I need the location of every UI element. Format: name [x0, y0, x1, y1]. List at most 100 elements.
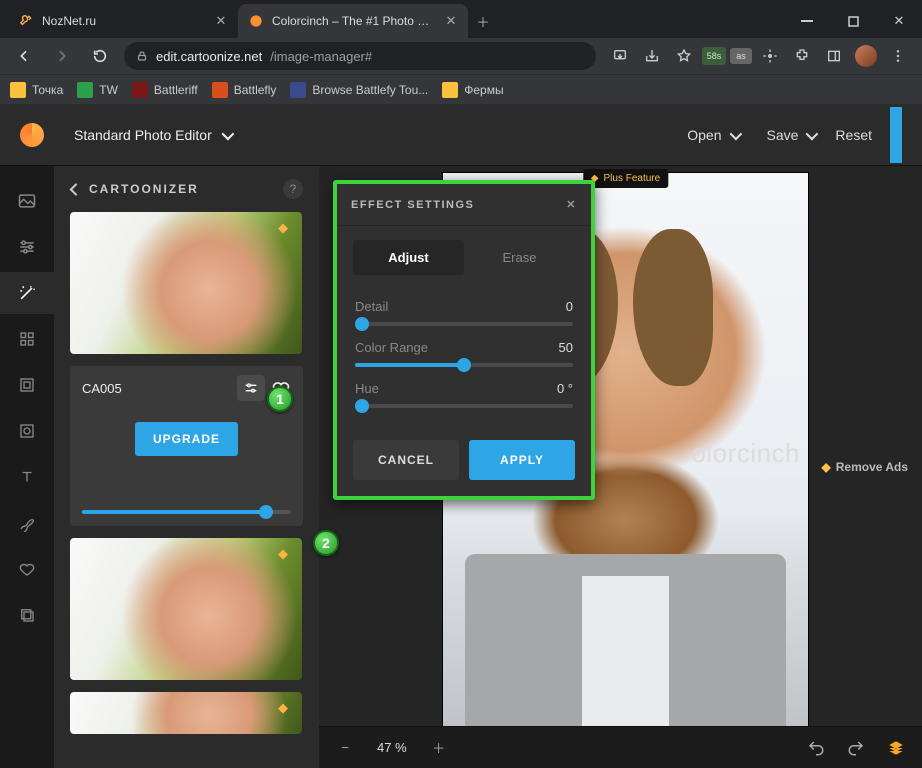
- side-panel-icon[interactable]: [820, 42, 848, 70]
- zoom-level[interactable]: 47 %: [377, 740, 407, 755]
- param-value: 0: [566, 299, 573, 314]
- selected-effect-card: CA005 UPGRADE: [70, 366, 303, 526]
- param-label: Hue: [355, 381, 379, 396]
- tool-sliders-icon[interactable]: [0, 226, 54, 268]
- close-icon[interactable]: ✕: [444, 14, 458, 28]
- share-icon[interactable]: [638, 42, 666, 70]
- tab-title: Colorcinch – The #1 Photo Editor: [272, 14, 436, 28]
- bookmark-item[interactable]: Фермы: [442, 82, 503, 98]
- effect-settings-panel: EFFECT SETTINGS ✕ Adjust Erase Detail 0 C…: [333, 180, 595, 500]
- bookmark-item[interactable]: TW: [77, 82, 118, 98]
- url-field[interactable]: edit.cartoonize.net/image-manager#: [124, 42, 596, 70]
- redo-button[interactable]: [842, 734, 870, 762]
- tool-frame-icon[interactable]: [0, 364, 54, 406]
- app-logo-icon[interactable]: [20, 123, 44, 147]
- mode-dropdown[interactable]: Standard Photo Editor: [74, 127, 231, 143]
- reload-button[interactable]: [86, 42, 114, 70]
- bookmark-item[interactable]: Browse Battlefy Tou...: [290, 82, 428, 98]
- annotation-callout: 2: [313, 530, 339, 556]
- effects-sidebar: CARTOONIZER ? ◆ CA005 UPGRADE: [54, 166, 319, 768]
- premium-diamond-icon: ◆: [278, 700, 294, 716]
- bookmark-item[interactable]: Точка: [10, 82, 63, 98]
- upgrade-button[interactable]: UPGRADE: [135, 422, 238, 456]
- remove-ads-link[interactable]: ◆Remove Ads: [822, 460, 908, 474]
- back-button[interactable]: [70, 182, 79, 197]
- maximize-button[interactable]: [830, 4, 876, 38]
- zoom-in-button[interactable]: ＋: [425, 734, 453, 762]
- wrench-icon: [18, 13, 34, 29]
- layers-icon[interactable]: [882, 734, 910, 762]
- tool-grid-icon[interactable]: [0, 318, 54, 360]
- tool-text-icon[interactable]: [0, 456, 54, 498]
- app-header: Standard Photo Editor Open Save Reset: [0, 104, 922, 166]
- extension-icon[interactable]: [756, 42, 784, 70]
- browser-tab[interactable]: NozNet.ru ✕: [8, 4, 238, 38]
- browser-titlebar: NozNet.ru ✕ Colorcinch – The #1 Photo Ed…: [0, 0, 922, 38]
- tab-title: NozNet.ru: [42, 14, 206, 28]
- tool-wand-icon[interactable]: [0, 272, 54, 314]
- tool-heart-icon[interactable]: [0, 548, 54, 590]
- hue-slider[interactable]: [355, 404, 573, 408]
- chevron-down-icon: [222, 127, 231, 143]
- save-menu[interactable]: Save: [767, 127, 816, 143]
- tool-brush-icon[interactable]: [0, 502, 54, 544]
- undo-button[interactable]: [802, 734, 830, 762]
- profile-avatar[interactable]: [852, 42, 880, 70]
- effect-thumbnail[interactable]: ◆: [70, 538, 302, 680]
- color-range-slider[interactable]: [355, 363, 573, 367]
- param-value: 0 °: [557, 381, 573, 396]
- tab-adjust[interactable]: Adjust: [353, 240, 464, 275]
- effect-settings-button[interactable]: [237, 375, 265, 401]
- tool-vignette-icon[interactable]: [0, 410, 54, 452]
- premium-diamond-icon: ◆: [278, 220, 294, 236]
- chevron-down-icon: [806, 127, 815, 143]
- help-icon[interactable]: ?: [283, 179, 303, 199]
- reset-button[interactable]: Reset: [835, 127, 872, 143]
- sidebar-title: CARTOONIZER: [89, 182, 199, 196]
- minimize-button[interactable]: [784, 4, 830, 38]
- panel-title: EFFECT SETTINGS: [351, 199, 474, 211]
- canvas-area: ◆Plus Feature olorcinch ◆Remove Ads ◆Rem…: [319, 166, 922, 768]
- plus-feature-badge[interactable]: ◆Plus Feature: [583, 169, 668, 188]
- close-window-button[interactable]: ✕: [876, 4, 922, 38]
- back-button[interactable]: [10, 42, 38, 70]
- tab-erase[interactable]: Erase: [464, 240, 575, 275]
- bookmark-item[interactable]: Battleriff: [132, 82, 198, 98]
- extension-badge[interactable]: 58s: [702, 47, 726, 65]
- bookmark-star-icon[interactable]: [670, 42, 698, 70]
- chevron-down-icon: [730, 127, 739, 143]
- extensions-puzzle-icon[interactable]: [788, 42, 816, 70]
- forward-button[interactable]: [48, 42, 76, 70]
- primary-action-button[interactable]: [890, 107, 902, 163]
- app-favicon-icon: [248, 13, 264, 29]
- effect-id: CA005: [82, 381, 122, 396]
- cancel-button[interactable]: CANCEL: [353, 440, 459, 480]
- detail-slider[interactable]: [355, 322, 573, 326]
- close-panel-button[interactable]: ✕: [566, 198, 577, 211]
- param-label: Color Range: [355, 340, 428, 355]
- open-menu[interactable]: Open: [687, 127, 738, 143]
- menu-dots-icon[interactable]: [884, 42, 912, 70]
- effect-thumbnail[interactable]: ◆: [70, 212, 302, 354]
- param-label: Detail: [355, 299, 388, 314]
- tool-image-icon[interactable]: [0, 180, 54, 222]
- new-tab-button[interactable]: ＋: [468, 4, 498, 38]
- apply-button[interactable]: APPLY: [469, 440, 575, 480]
- bookmark-item[interactable]: Battlefly: [212, 82, 277, 98]
- effect-thumbnail[interactable]: ◆: [70, 692, 302, 734]
- browser-tab[interactable]: Colorcinch – The #1 Photo Editor ✕: [238, 4, 468, 38]
- zoom-out-button[interactable]: −: [331, 734, 359, 762]
- annotation-callout: 1: [267, 386, 293, 412]
- colorcinch-app: Standard Photo Editor Open Save Reset: [0, 104, 922, 768]
- bookmarks-bar: Точка TW Battleriff Battlefly Browse Bat…: [0, 74, 922, 104]
- effect-intensity-slider[interactable]: [82, 510, 291, 514]
- install-app-icon[interactable]: [606, 42, 634, 70]
- extension-icon[interactable]: as: [730, 48, 752, 64]
- tool-layers-icon[interactable]: [0, 594, 54, 636]
- param-value: 50: [559, 340, 573, 355]
- close-icon[interactable]: ✕: [214, 14, 228, 28]
- lock-icon: [136, 50, 148, 62]
- premium-diamond-icon: ◆: [278, 546, 294, 562]
- address-bar: edit.cartoonize.net/image-manager# 58s a…: [0, 38, 922, 74]
- status-bar: − 47 % ＋: [319, 726, 922, 768]
